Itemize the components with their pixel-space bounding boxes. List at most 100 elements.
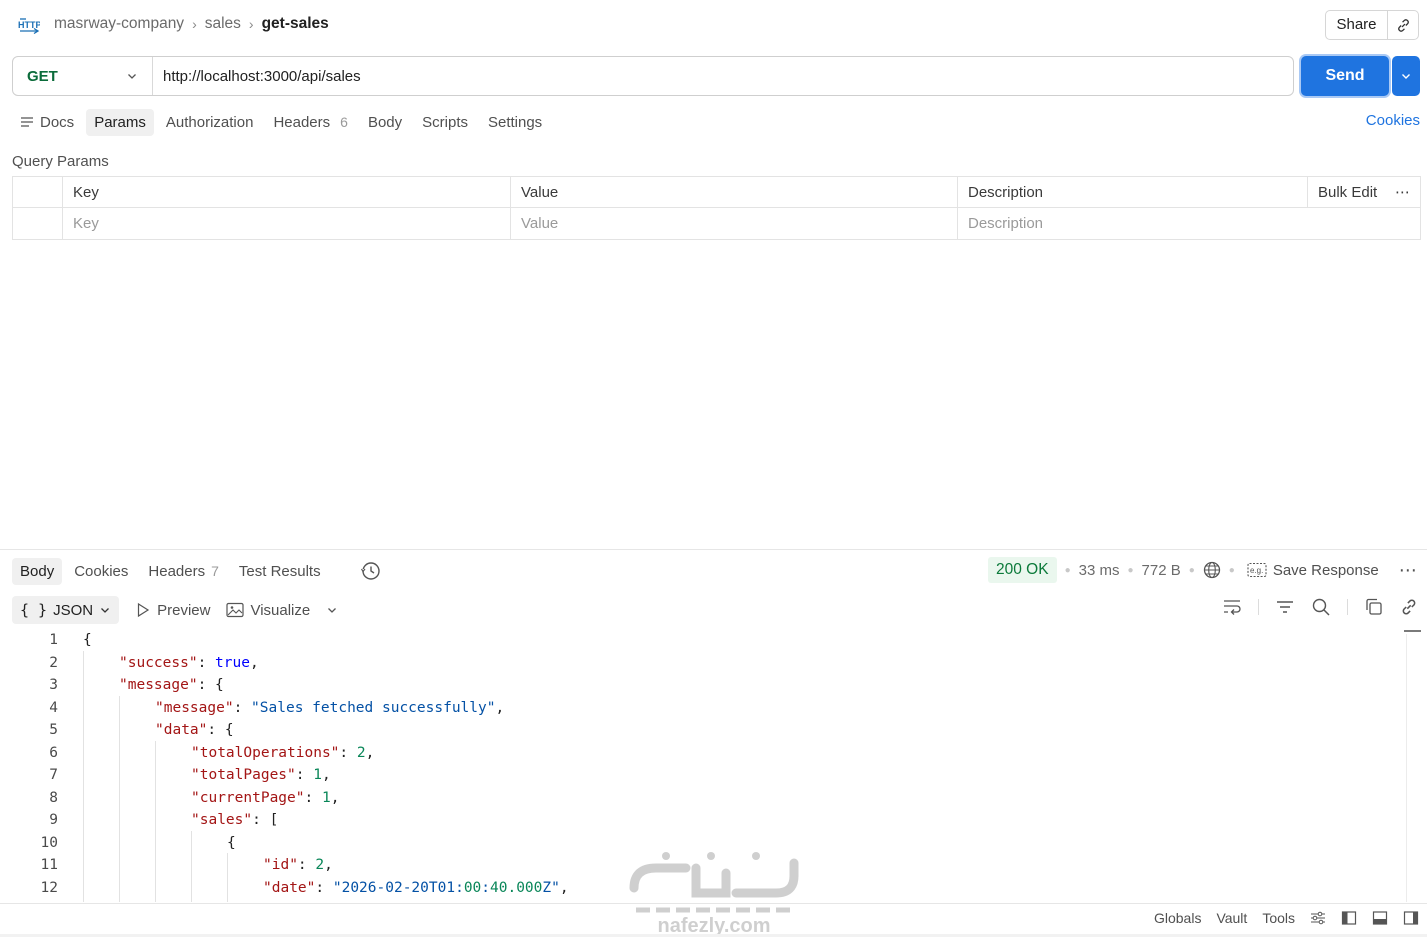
link-icon xyxy=(1397,18,1409,32)
method-label: GET xyxy=(27,67,58,85)
tab-docs-label: Docs xyxy=(40,113,75,131)
tab-headers[interactable]: Headers 6 xyxy=(265,109,356,136)
globals-button[interactable]: Globals xyxy=(1154,910,1201,926)
method-select[interactable]: GET xyxy=(13,57,153,95)
format-select[interactable]: { } JSON xyxy=(12,596,120,624)
svg-text:HTTP: HTTP xyxy=(18,20,40,30)
url-input[interactable]: http://localhost:3000/api/sales xyxy=(153,57,1293,95)
chevron-right-icon: › xyxy=(192,16,197,32)
toolbar-divider xyxy=(1347,599,1348,615)
filter-icon[interactable] xyxy=(1275,598,1295,616)
share-button[interactable]: Share xyxy=(1326,11,1388,39)
value-input[interactable]: Value xyxy=(511,208,958,239)
settings-sliders-icon[interactable] xyxy=(1310,910,1326,926)
breadcrumb-collection[interactable]: sales xyxy=(205,15,241,33)
tab-authorization[interactable]: Authorization xyxy=(158,109,262,136)
wrap-lines-icon[interactable] xyxy=(1222,598,1242,616)
tab-body-label: Body xyxy=(367,113,403,131)
response-meta: 200 OK ● 33 ms ● 772 B ● ● e.g. Save Res… xyxy=(988,557,1418,583)
headers-count: 6 xyxy=(340,114,348,130)
response-size[interactable]: 772 B xyxy=(1142,562,1181,579)
tab-params-label: Params xyxy=(94,113,146,131)
code-line: 8 "currentPage": 1, xyxy=(0,787,1400,810)
visualize-button[interactable]: Visualize xyxy=(226,602,310,619)
code-text: { xyxy=(83,632,92,649)
description-input[interactable]: Description xyxy=(958,208,1420,239)
copy-icon[interactable] xyxy=(1364,598,1384,616)
history-icon[interactable] xyxy=(360,560,382,582)
column-key: Key xyxy=(63,177,511,207)
line-number: 8 xyxy=(49,789,58,806)
bulk-edit-button[interactable]: Bulk Edit xyxy=(1318,184,1377,201)
line-number: 10 xyxy=(40,834,58,851)
image-icon xyxy=(226,602,245,618)
breadcrumb-request[interactable]: get-sales xyxy=(262,15,329,33)
line-number: 1 xyxy=(49,632,58,649)
save-response-button[interactable]: e.g. Save Response xyxy=(1247,562,1379,579)
globe-icon[interactable] xyxy=(1203,561,1221,579)
code-text: "sales": [ xyxy=(191,812,279,829)
send-options-button[interactable] xyxy=(1392,56,1420,96)
table-row: Key Value Description xyxy=(13,208,1420,239)
code-line: 6 "totalOperations": 2, xyxy=(0,742,1400,765)
code-text: "totalOperations": 2, xyxy=(191,744,375,761)
copy-link-button[interactable] xyxy=(1388,11,1418,39)
tab-docs[interactable]: Docs xyxy=(12,109,82,136)
link-icon[interactable] xyxy=(1400,598,1418,616)
scrollbar-track[interactable] xyxy=(1406,634,1407,902)
line-number: 6 xyxy=(49,744,58,761)
preview-label: Preview xyxy=(157,601,211,619)
chevron-down-icon xyxy=(1402,74,1410,79)
response-tab-cookies[interactable]: Cookies xyxy=(66,558,136,585)
vault-button[interactable]: Vault xyxy=(1216,910,1247,926)
tab-body[interactable]: Body xyxy=(360,109,410,136)
code-line: 9 "sales": [ xyxy=(0,809,1400,832)
tab-scripts[interactable]: Scripts xyxy=(414,109,476,136)
row-checkbox-cell xyxy=(13,208,63,239)
braces-icon: { } xyxy=(20,601,48,619)
response-tab-headers-label: Headers xyxy=(148,562,206,580)
code-text: "currentPage": 1, xyxy=(191,789,340,806)
separator-dot: ● xyxy=(1127,564,1134,576)
visualize-label: Visualize xyxy=(250,601,311,619)
separator-dot: ● xyxy=(1188,564,1195,576)
breadcrumb-workspace[interactable]: masrway-company xyxy=(54,15,184,33)
share-group: Share xyxy=(1325,10,1419,40)
tab-headers-label: Headers xyxy=(273,113,331,131)
right-panel-layout-icon[interactable] xyxy=(1403,910,1419,926)
send-button[interactable]: Send xyxy=(1301,56,1389,96)
tab-settings[interactable]: Settings xyxy=(480,109,550,136)
save-response-label: Save Response xyxy=(1272,561,1379,579)
tab-authorization-label: Authorization xyxy=(165,113,254,131)
preview-button[interactable]: Preview xyxy=(135,602,210,619)
bulk-edit-cell: Bulk Edit ⋯ xyxy=(1308,177,1420,207)
tab-params[interactable]: Params xyxy=(86,108,154,136)
code-line: 3 "message": { xyxy=(0,674,1400,697)
line-number: 11 xyxy=(40,857,58,874)
response-tab-test-results[interactable]: Test Results xyxy=(231,558,329,585)
sidebar-layout-icon[interactable] xyxy=(1341,910,1357,926)
format-label: JSON xyxy=(53,601,94,619)
format-bar: { } JSON Preview Visualize xyxy=(12,594,338,626)
checkbox-column xyxy=(13,177,63,207)
cookies-link[interactable]: Cookies xyxy=(1366,112,1420,129)
scrollbar-thumb[interactable] xyxy=(1404,630,1421,632)
tools-button[interactable]: Tools xyxy=(1262,910,1295,926)
response-tab-body[interactable]: Body xyxy=(12,557,63,585)
code-text: { xyxy=(227,834,236,851)
more-options-icon[interactable]: ⋯ xyxy=(1399,560,1418,581)
response-time[interactable]: 33 ms xyxy=(1079,562,1120,579)
bottom-panel-layout-icon[interactable] xyxy=(1372,910,1388,926)
key-input[interactable]: Key xyxy=(63,208,511,239)
column-value: Value xyxy=(511,177,958,207)
request-tabs: Docs Params Authorization Headers 6 Body … xyxy=(12,106,554,138)
search-icon[interactable] xyxy=(1311,598,1331,616)
chevron-down-icon[interactable] xyxy=(326,604,338,616)
response-tab-headers[interactable]: Headers 7 xyxy=(140,558,227,585)
url-bar: GET http://localhost:3000/api/sales xyxy=(12,56,1294,96)
code-text: "message": { xyxy=(119,677,224,694)
code-text: "id": 2, xyxy=(263,857,333,874)
status-badge[interactable]: 200 OK xyxy=(988,557,1057,583)
more-options-icon[interactable]: ⋯ xyxy=(1395,183,1410,201)
pane-divider[interactable] xyxy=(0,549,1427,550)
